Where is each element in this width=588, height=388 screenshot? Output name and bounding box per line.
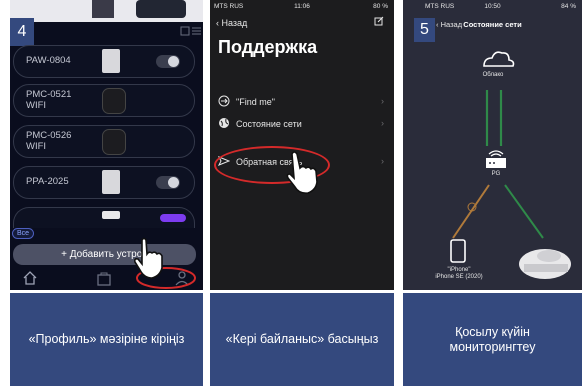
device-item[interactable]: PAW-0804 [13,45,195,78]
cloud-icon [483,51,515,67]
step-number: 4 [10,18,34,46]
menu-item-find-me[interactable]: "Find me" › [218,92,388,114]
device-name: PAW-0804 [26,55,71,66]
device-item[interactable]: PMC-0526 WIFI [13,125,195,158]
clock: 11:06 [294,3,310,10]
filter-chip-all[interactable]: Все [12,228,35,239]
screenshot-network-status: MTS RUS 10:50 84 % 5 ‹ Назад Состояние с… [403,0,582,290]
power-toggle[interactable] [160,214,186,222]
hand-pointer-icon [134,237,163,279]
battery: 80 % [373,3,388,10]
device-name: PMC-0526 WIFI [26,130,72,152]
router-label: PG [491,171,501,177]
device-name: PPA-2025 [26,176,69,187]
menu-item-network-status[interactable]: Состояние сети › [218,114,388,136]
screenshot-support: MTS RUS 11:06 80 % ‹ Назад Поддержка "Fi… [210,0,394,290]
screenshot-devices: 4 PAW-0804 PMC-0521 WIFI PMC-0526 WIFI PPA… [10,0,203,290]
chevron-right-icon: › [381,118,384,128]
device-strip [10,0,203,22]
home-icon[interactable] [22,270,38,286]
grid-view-icon[interactable] [180,26,202,38]
caption-step-4: «Профиль» мәзіріне кіріңіз [10,293,203,386]
caption-feedback: «Кері байланыс» басыңыз [210,293,394,386]
link-line [452,184,490,239]
router-icon [486,150,506,168]
device-image [102,88,126,114]
page-title: Поддержка [218,37,318,57]
device-item[interactable]: PPA-2025 [13,166,195,199]
status-bar: MTS RUS 11:06 80 % [210,0,394,12]
device-thumb-top [136,0,186,18]
globe-icon [219,118,229,128]
device-image [102,211,120,219]
link-line [504,184,544,239]
power-toggle[interactable] [156,176,180,189]
device-image [102,129,126,155]
device-item[interactable]: PMC-0521 WIFI [13,84,195,117]
shop-bag-icon[interactable] [96,270,112,286]
menu-item-label: "Find me" [236,97,275,107]
device-name: PMC-0521 WIFI [26,89,72,111]
caption-step-5: Қосылу күйін мониторингтеу [403,293,582,386]
phone-label: "iPhone" iPhone SE (2020) [435,267,483,280]
chevron-right-icon: › [381,96,384,106]
edit-icon[interactable] [374,16,384,26]
device-image [102,49,120,73]
menu-item-label: Состояние сети [236,119,302,129]
device-thumb-top [92,0,114,18]
hand-pointer-icon [286,151,318,194]
device-image [102,170,120,194]
back-button[interactable]: ‹ Назад [216,18,247,28]
network-diagram [450,51,571,279]
robot-vacuum-icon [519,249,571,279]
chevron-right-icon: › [381,156,384,166]
power-toggle[interactable] [156,55,180,68]
cloud-label: Облако [482,72,504,78]
phone-icon [450,239,466,263]
arrow-circle-icon [218,95,230,107]
